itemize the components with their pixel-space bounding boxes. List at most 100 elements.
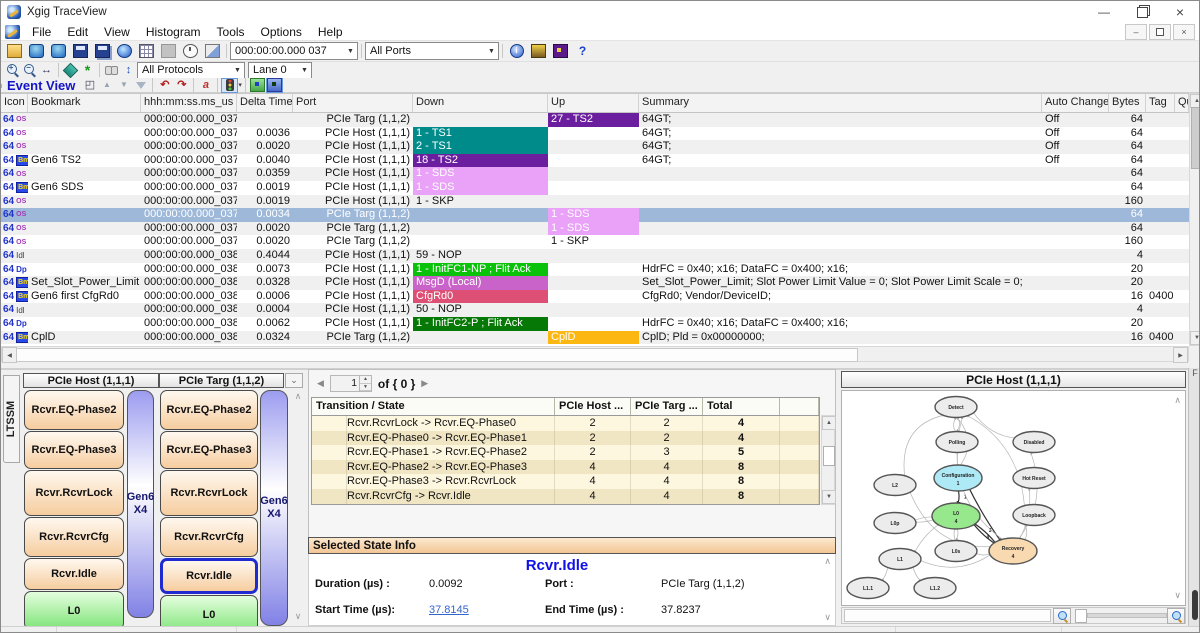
prev-event-icon[interactable]: ▲: [98, 78, 115, 93]
menu-options[interactable]: Options: [253, 23, 310, 41]
scroll-left-icon[interactable]: ◀: [2, 347, 17, 363]
nav-next-icon[interactable]: ▶: [421, 378, 428, 389]
ltssm-targ-header[interactable]: PCIe Targ (1,1,2): [159, 373, 284, 388]
lane-combo[interactable]: Lane 0 ▼: [248, 62, 312, 79]
menu-tools[interactable]: Tools: [209, 23, 253, 41]
event-table-hscrollbar[interactable]: ◀ ▶: [1, 346, 1189, 362]
import-db-icon[interactable]: [48, 42, 69, 61]
traffic-light-icon[interactable]: [221, 78, 238, 93]
protocol-bar-down[interactable]: 2 - TS1: [413, 140, 548, 154]
scroll-down-icon[interactable]: ▼: [822, 490, 836, 504]
table-row[interactable]: 64Dp000:00:00.000_0380.0062PCIe Host (1,…: [1, 317, 1189, 331]
transition-col-pcie-targ-[interactable]: PCIe Targ ...: [631, 398, 703, 415]
capture-icon[interactable]: [114, 42, 135, 61]
scroll-thumb[interactable]: [823, 446, 835, 466]
table-row[interactable]: 64BmGen6 first CfgRd0000:00:00.000_0380.…: [1, 290, 1189, 304]
scroll-up-icon[interactable]: ▲: [822, 416, 836, 430]
hscroll-thumb[interactable]: [16, 348, 858, 362]
ltssm-scroll-up-icon[interactable]: ∧: [291, 391, 305, 402]
transition-row[interactable]: Rcvr.RcvrLock -> Rcvr.EQ-Phase0224: [312, 416, 819, 431]
ltssm-state-rcvr-eq-phase2[interactable]: Rcvr.EQ-Phase2: [24, 390, 124, 430]
collapse-groups-icon[interactable]: [266, 78, 283, 93]
ltssm-state-rcvr-rcvrlock[interactable]: Rcvr.RcvrLock: [24, 470, 124, 516]
column-header-port[interactable]: Port: [293, 94, 413, 112]
table-row[interactable]: 64OS000:00:00.000_0370.0036PCIe Host (1,…: [1, 127, 1189, 141]
protocol-bar-down[interactable]: 1 - InitFC1-NP ; Flit Ack: [413, 263, 548, 277]
page-spinner[interactable]: 1 ▲▼: [330, 375, 372, 392]
diagram-scroll-up-icon[interactable]: ∧: [1174, 395, 1181, 406]
state-node-l2[interactable]: L2: [874, 475, 916, 496]
protocol-bar-up[interactable]: 1 - SDS: [548, 208, 639, 222]
transition-row[interactable]: Rcvr.EQ-Phase3 -> Rcvr.RcvrLock448: [312, 474, 819, 489]
table-row[interactable]: 64OS000:00:00.000_0370.0019PCIe Host (1,…: [1, 195, 1189, 209]
ltssm-state-rcvr-eq-phase3[interactable]: Rcvr.EQ-Phase3: [24, 431, 124, 469]
table-row[interactable]: 64Dp000:00:00.000_0380.0073PCIe Host (1,…: [1, 263, 1189, 277]
state-node-l1.1[interactable]: L1.1: [847, 578, 889, 599]
mdi-minimize-button[interactable]: –: [1125, 24, 1147, 40]
ltssm-state-rcvr-eq-phase2[interactable]: Rcvr.EQ-Phase2: [160, 390, 258, 430]
table-row[interactable]: 64BmGen6 SDS000:00:00.000_0370.0019PCIe …: [1, 181, 1189, 195]
menu-help[interactable]: Help: [310, 23, 351, 41]
table-row[interactable]: 64BmCplD000:00:00.000_0380.0324PCIe Targ…: [1, 331, 1189, 345]
protocol-bar-down[interactable]: 1 - TS1: [413, 127, 548, 141]
transition-table-scrollbar[interactable]: ▲ ▼: [821, 415, 835, 505]
chevron-down-icon[interactable]: ▼: [485, 43, 498, 59]
ltssm-state-rcvr-rcvrcfg[interactable]: Rcvr.RcvrCfg: [160, 517, 258, 557]
state-node-polling[interactable]: Polling: [936, 432, 978, 453]
transition-col-pcie-host-[interactable]: PCIe Host ...: [555, 398, 631, 415]
snapshot-icon[interactable]: [202, 42, 223, 61]
transition-row[interactable]: Rcvr.EQ-Phase2 -> Rcvr.EQ-Phase3448: [312, 460, 819, 475]
sync-icon[interactable]: ↕: [120, 63, 137, 78]
side-scroll-thumb[interactable]: [1192, 590, 1198, 620]
event-table-vscrollbar[interactable]: ▲ ▼: [1189, 93, 1200, 346]
column-header-hhh-mm-ss-ms-us[interactable]: hhh:mm:ss.ms_us: [141, 94, 237, 112]
image-icon[interactable]: [528, 42, 549, 61]
open-folder-icon[interactable]: [4, 42, 25, 61]
export-db-icon[interactable]: [26, 42, 47, 61]
scroll-right-icon[interactable]: ▶: [1173, 347, 1188, 363]
ltssm-state-rcvr-eq-phase3[interactable]: Rcvr.EQ-Phase3: [160, 431, 258, 469]
state-node-l1.2[interactable]: L1.2: [914, 578, 956, 599]
scroll-up-icon[interactable]: ▲: [1190, 94, 1200, 108]
ltssm-state-rcvr-idle[interactable]: Rcvr.Idle: [160, 558, 258, 594]
info-icon[interactable]: i: [506, 42, 527, 61]
mdi-restore-button[interactable]: [1149, 24, 1171, 40]
ltssm-state-rcvr-rcvrcfg[interactable]: Rcvr.RcvrCfg: [24, 517, 124, 557]
protocol-bar-down[interactable]: 1 - InitFC2-P ; Flit Ack: [413, 317, 548, 331]
zoom-out-icon[interactable]: [21, 63, 38, 78]
vscroll-thumb[interactable]: [1191, 107, 1200, 169]
time-combo[interactable]: 000:00:00.000 037 ▼: [230, 42, 358, 60]
timer-icon[interactable]: [180, 42, 201, 61]
table-row[interactable]: 64Idl000:00:00.000_0380.4044PCIe Host (1…: [1, 249, 1189, 263]
transition-row[interactable]: Rcvr.EQ-Phase1 -> Rcvr.EQ-Phase2235: [312, 445, 819, 460]
collapsed-side-tab[interactable]: F: [1188, 368, 1200, 626]
column-header-icon[interactable]: Icon: [1, 94, 28, 112]
column-header-tag[interactable]: Tag: [1146, 94, 1175, 112]
state-node-disabled[interactable]: Disabled: [1013, 432, 1055, 453]
table-row[interactable]: 64BmSet_Slot_Power_Limit000:00:00.000_03…: [1, 276, 1189, 290]
ltssm-header-dropdown[interactable]: ⌄: [285, 373, 303, 388]
table-row[interactable]: 64OS000:00:00.000_0370.0020PCIe Targ (1,…: [1, 235, 1189, 249]
state-node-detect[interactable]: Detect: [935, 397, 977, 418]
marker-icon[interactable]: *: [79, 63, 96, 78]
protocol-bar-down[interactable]: 18 - TS2: [413, 154, 548, 168]
protocol-bar-down[interactable]: 1 - SDS: [413, 167, 548, 181]
state-node-loopback[interactable]: Loopback: [1013, 505, 1055, 526]
info-scroll-up-icon[interactable]: ∧: [824, 556, 831, 567]
ltssm-tab[interactable]: LTSSM: [3, 375, 20, 463]
diagram-scroll-down-icon[interactable]: ∨: [1174, 590, 1181, 601]
state-node-hotreset[interactable]: Hot Reset: [1013, 468, 1055, 489]
protocols-combo[interactable]: All Protocols ▼: [137, 62, 245, 79]
table-row[interactable]: 64OS000:00:00.000_037PCIe Targ (1,1,2)27…: [1, 113, 1189, 127]
state-node-l0[interactable]: L04: [932, 503, 980, 529]
spinner-arrows[interactable]: ▲▼: [359, 376, 371, 391]
close-button[interactable]: ×: [1161, 1, 1199, 23]
zoom-slider-track[interactable]: [1087, 613, 1167, 618]
chevron-down-icon[interactable]: ▼: [231, 63, 244, 78]
jump-back-icon[interactable]: ↶: [156, 78, 173, 93]
menu-file[interactable]: File: [24, 23, 59, 41]
state-node-l0s[interactable]: L0s: [935, 541, 977, 562]
filter-icon[interactable]: [132, 78, 149, 93]
save-all-icon[interactable]: [92, 42, 113, 61]
column-header-bytes[interactable]: Bytes: [1109, 94, 1146, 112]
